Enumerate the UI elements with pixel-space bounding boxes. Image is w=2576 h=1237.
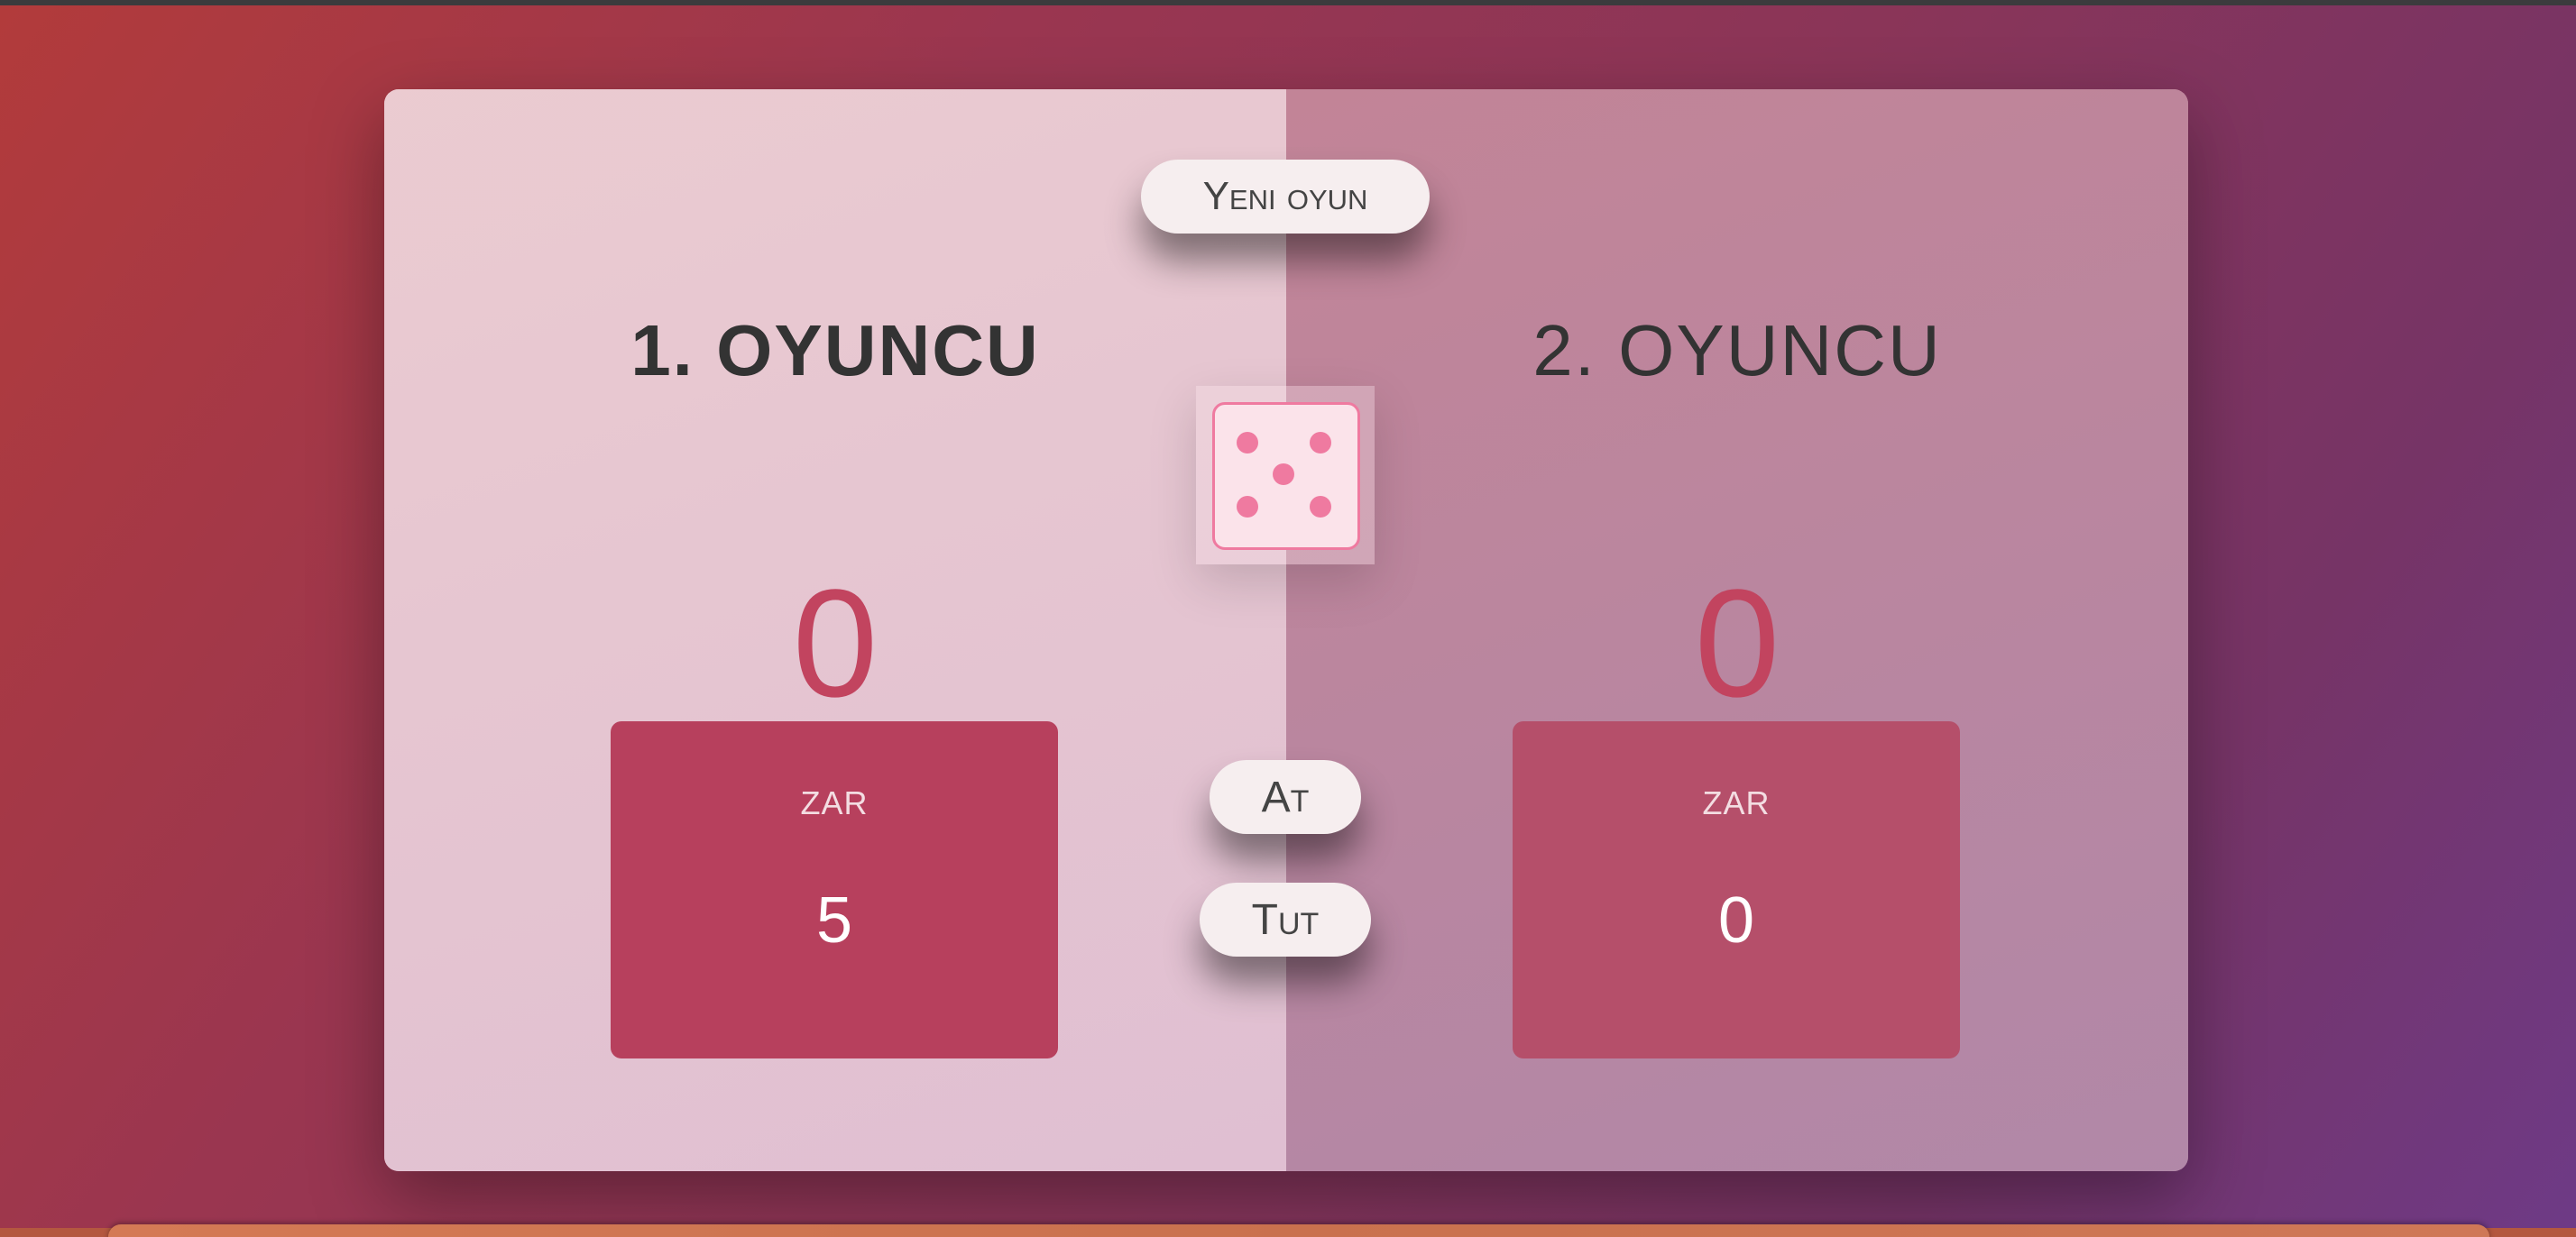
dice-container <box>1196 386 1375 564</box>
dock-bar <box>108 1224 2489 1237</box>
player-2-current-score: 0 <box>1717 884 1755 957</box>
dice-pip <box>1273 463 1294 485</box>
dice-pip <box>1237 432 1258 454</box>
player-1-current-box: ZAR 5 <box>611 721 1058 1058</box>
player-2-panel: 2. OYUNCU 0 ZAR 0 <box>1286 89 2188 1171</box>
player-1-total-score: 0 <box>792 558 879 729</box>
hold-button[interactable]: Tut <box>1200 883 1371 957</box>
player-2-current-box: ZAR 0 <box>1513 721 1960 1058</box>
player-1-current-label: ZAR <box>800 784 869 821</box>
player-2-total-score: 0 <box>1694 558 1780 729</box>
dice-pip <box>1310 496 1331 518</box>
player-1-panel: 1. OYUNCU 0 ZAR 5 <box>384 89 1286 1171</box>
game-board: 1. OYUNCU 0 ZAR 5 2. OYUNCU 0 ZAR 0 <box>384 89 2188 1171</box>
player-2-current-label: ZAR <box>1702 784 1771 821</box>
roll-dice-button[interactable]: At <box>1210 760 1361 834</box>
dice-five-icon <box>1212 402 1360 550</box>
player-2-name: 2. OYUNCU <box>1532 310 1942 390</box>
dice-pip <box>1237 496 1258 518</box>
player-1-name: 1. OYUNCU <box>630 310 1040 390</box>
dice-pip <box>1310 432 1331 454</box>
new-game-button[interactable]: Yeni oyun <box>1141 160 1430 234</box>
player-1-current-score: 5 <box>815 884 853 957</box>
